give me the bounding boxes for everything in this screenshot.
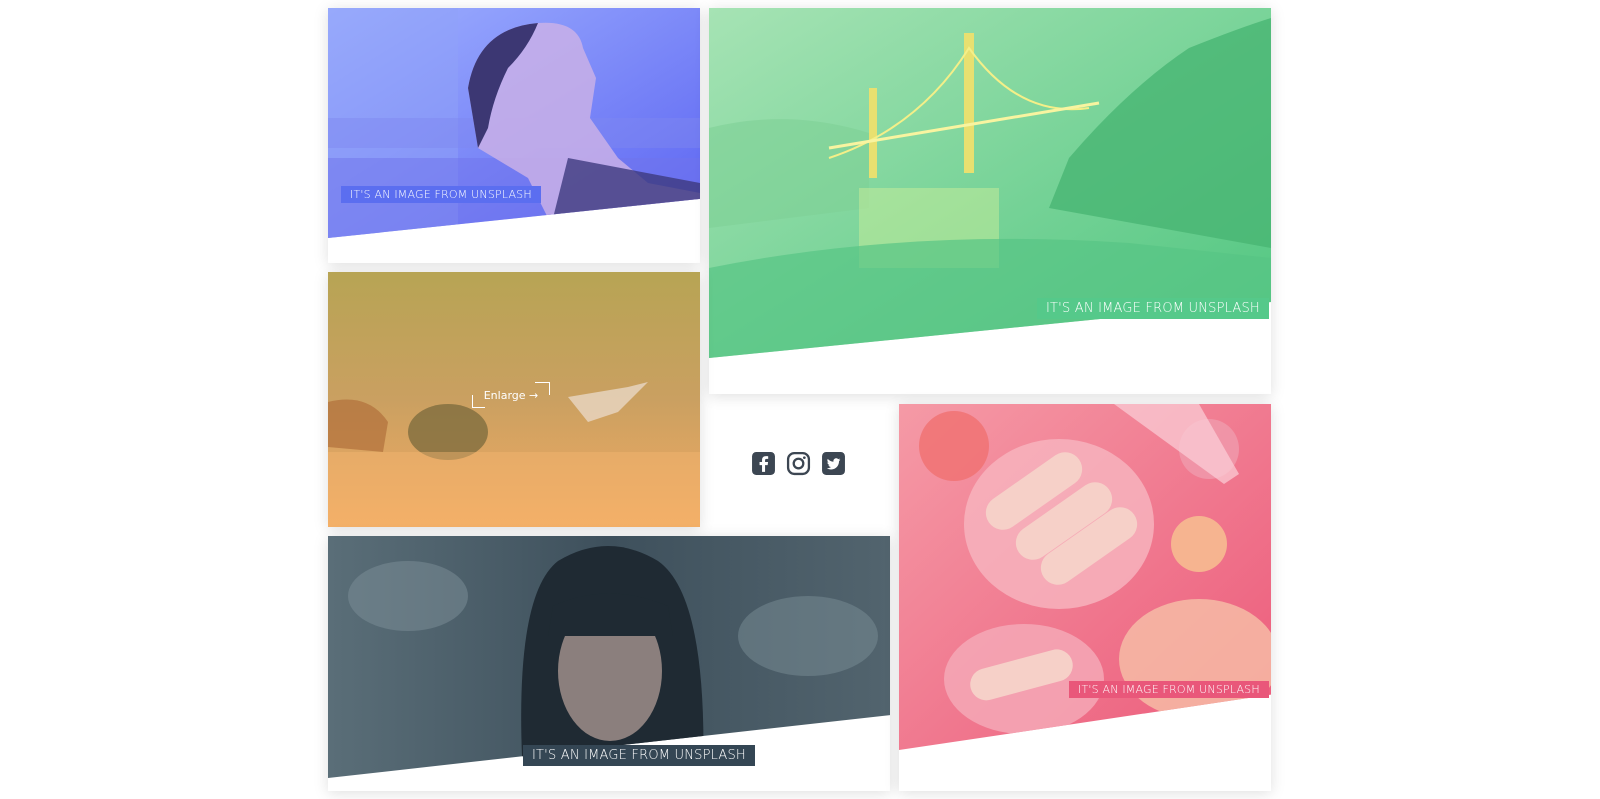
hotdogs-photo	[899, 404, 1271, 750]
woman-photo	[328, 536, 890, 778]
gallery-card-1[interactable]: IT'S AN IMAGE FROM UNSPLASH	[328, 8, 700, 263]
gallery-card-2[interactable]: IT'S AN IMAGE FROM UNSPLASH	[709, 8, 1271, 394]
image-caption: IT'S AN IMAGE FROM UNSPLASH	[523, 745, 755, 766]
image-caption: IT'S AN IMAGE FROM UNSPLASH	[341, 186, 541, 203]
man-photo	[328, 8, 700, 238]
gallery-image-hotdogs[interactable]	[899, 404, 1271, 750]
facebook-icon[interactable]	[751, 451, 776, 476]
enlarge-label: Enlarge →	[483, 389, 539, 402]
corner-bracket-icon	[535, 382, 550, 395]
gallery-image-man[interactable]	[328, 8, 700, 238]
social-links	[751, 451, 846, 476]
gallery-card-4[interactable]: IT'S AN IMAGE FROM UNSPLASH	[328, 536, 890, 791]
gallery-image-woman[interactable]	[328, 536, 890, 778]
gallery-card-3[interactable]: Enlarge →	[328, 272, 700, 527]
gallery-card-5[interactable]: IT'S AN IMAGE FROM UNSPLASH	[899, 404, 1271, 791]
twitter-icon[interactable]	[821, 451, 846, 476]
image-caption: IT'S AN IMAGE FROM UNSPLASH	[1069, 681, 1269, 698]
image-caption: IT'S AN IMAGE FROM UNSPLASH	[1037, 298, 1269, 319]
corner-bracket-icon	[472, 395, 485, 408]
instagram-icon[interactable]	[786, 451, 811, 476]
enlarge-button[interactable]: Enlarge →	[472, 382, 550, 408]
